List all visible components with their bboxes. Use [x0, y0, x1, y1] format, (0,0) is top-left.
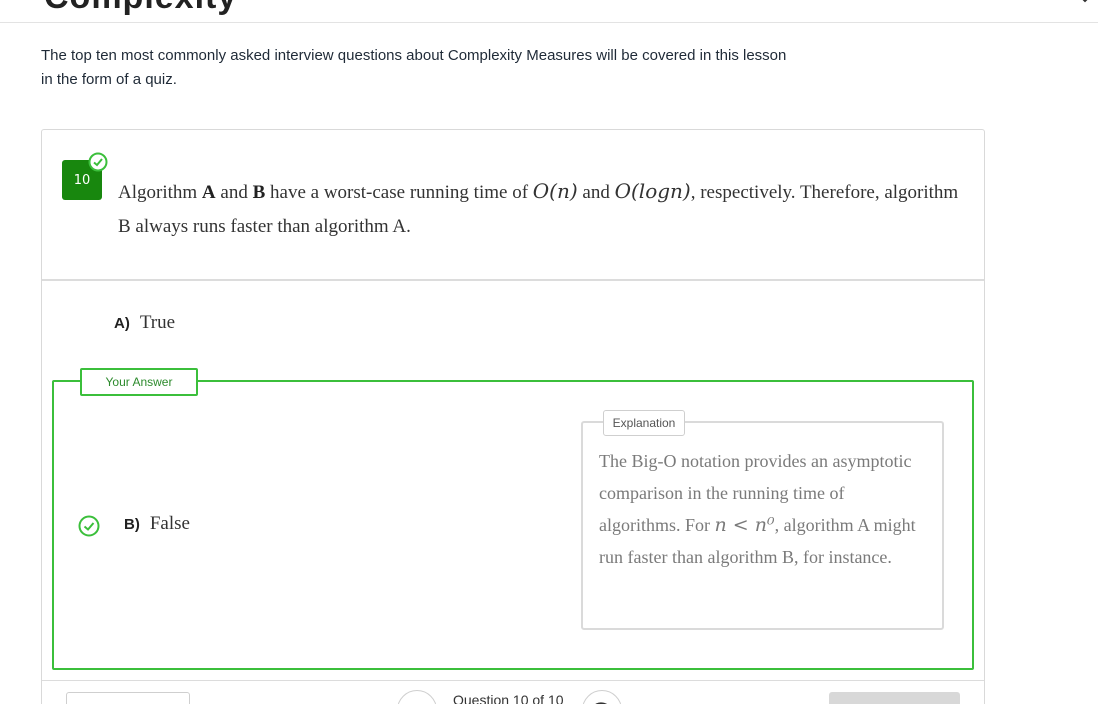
explanation-label: Explanation: [603, 410, 685, 436]
option-b[interactable]: B) False: [124, 513, 190, 535]
option-letter: A): [114, 315, 130, 332]
quiz-footer-divider: [42, 680, 984, 681]
lesson-intro: The top ten most commonly asked intervie…: [41, 47, 787, 88]
math-o-logn: O(logn): [614, 179, 691, 203]
lesson-heading: Complexity: [44, 0, 237, 17]
next-button[interactable]: [829, 692, 960, 704]
question-counter: Question 10 of 10: [453, 692, 564, 704]
top-divider: [0, 22, 1098, 23]
question-divider: [42, 279, 984, 281]
menu-icon[interactable]: [1078, 0, 1092, 4]
option-text: False: [149, 513, 190, 534]
previous-button[interactable]: [66, 692, 190, 704]
explanation-text: The Big-O notation provides an asymptoti…: [599, 451, 916, 567]
math-o-n: O(n): [532, 179, 578, 203]
option-letter: B): [124, 516, 140, 533]
math-inequality: n < n⁰: [714, 514, 775, 536]
check-circle-icon: [88, 152, 108, 172]
option-text: True: [139, 312, 176, 333]
question-text: Algorithm A and B have a worst-case runn…: [118, 179, 959, 237]
your-answer-label: Your Answer: [80, 368, 198, 396]
check-circle-icon: [78, 515, 100, 537]
option-a[interactable]: A) True: [114, 312, 175, 334]
